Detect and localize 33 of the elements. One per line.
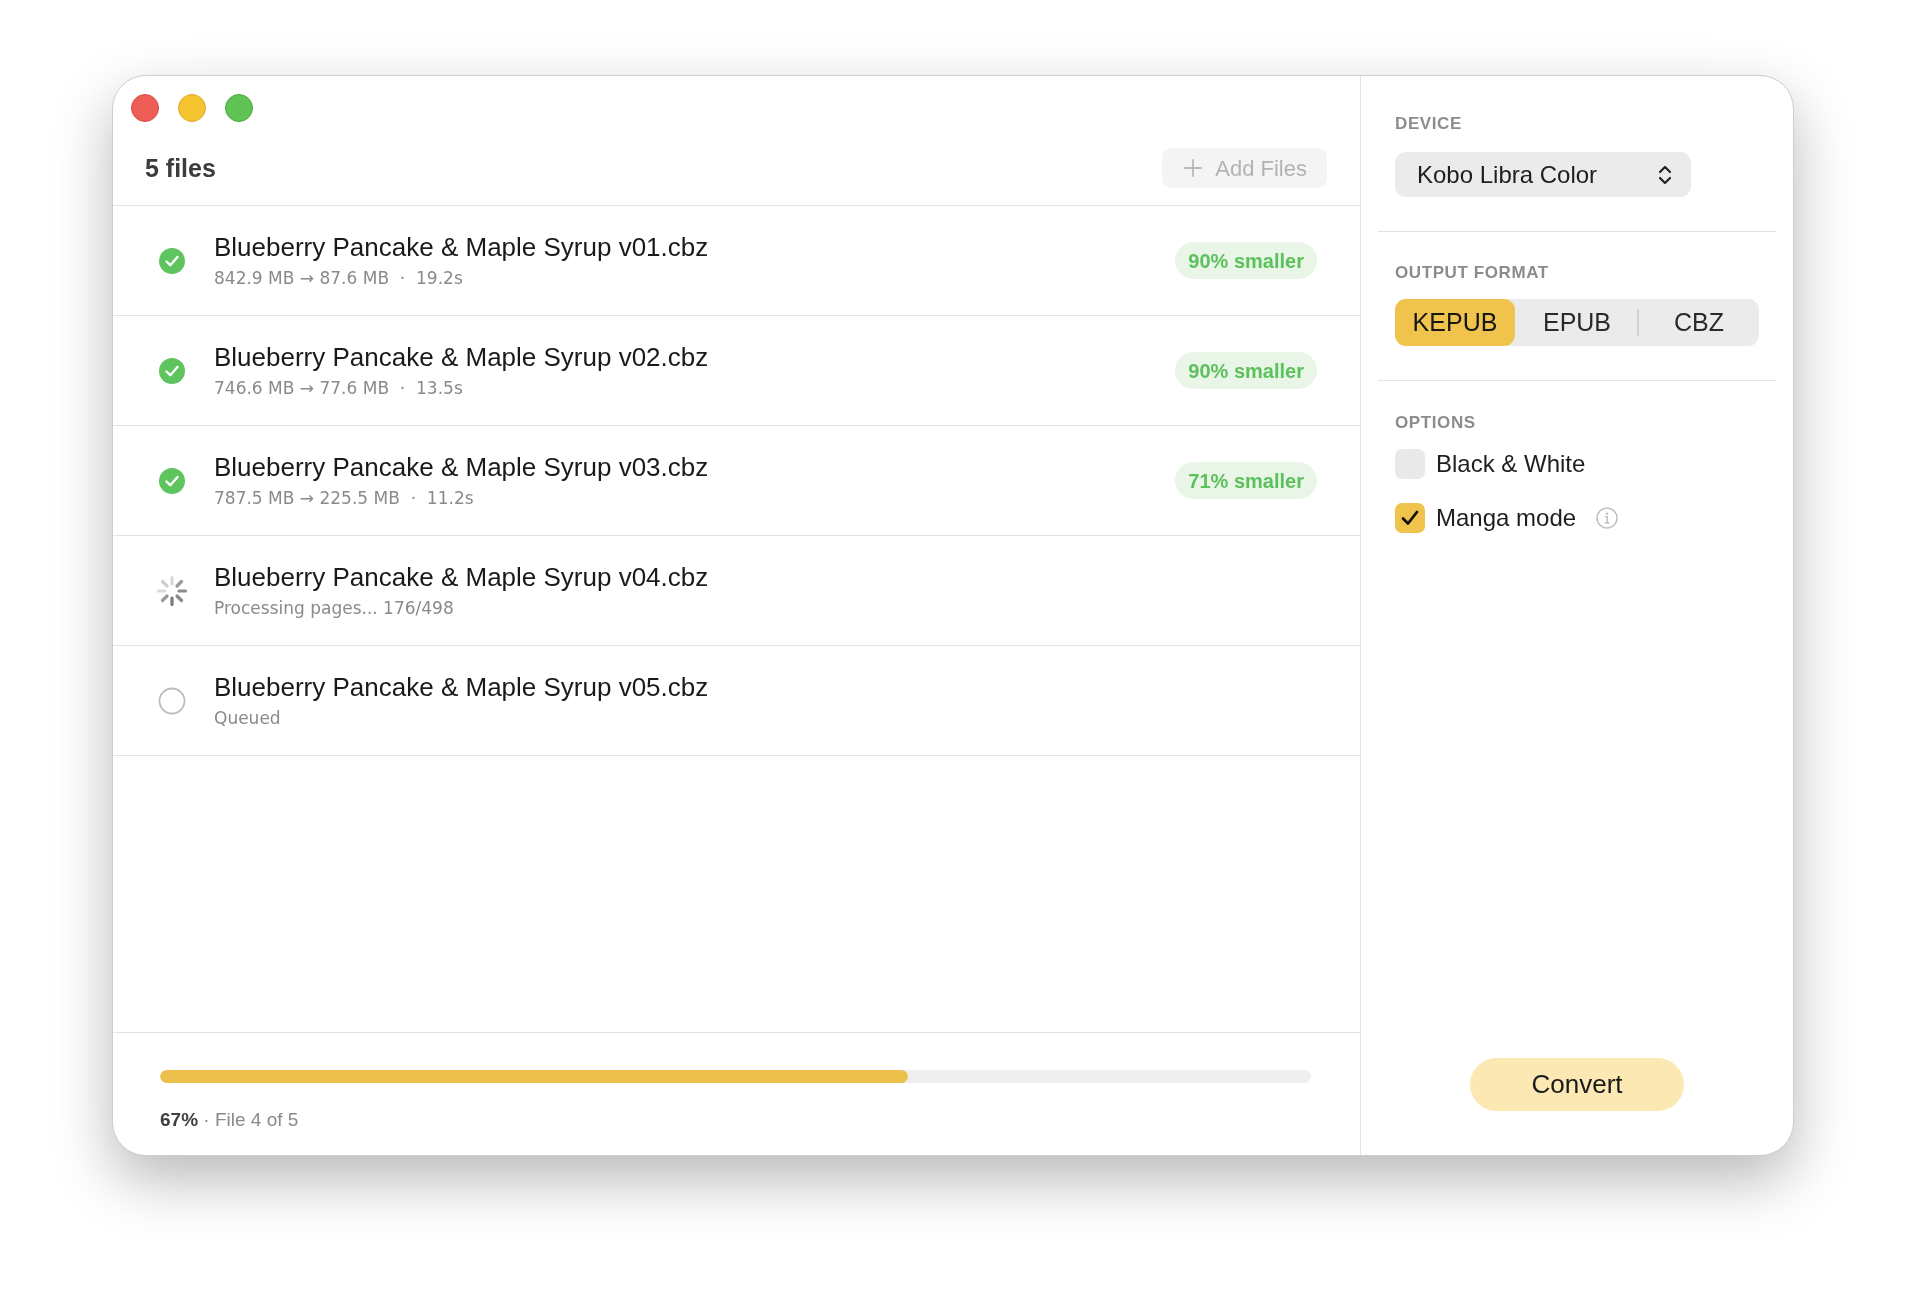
file-detail: Processing pages... 176/498 xyxy=(214,597,454,620)
size-reduction-badge: 71% smaller xyxy=(1175,462,1317,499)
file-detail: 787.5 MB → 225.5 MB · 11.2s xyxy=(214,487,474,510)
convert-button[interactable]: Convert xyxy=(1470,1058,1684,1111)
minimize-button[interactable] xyxy=(178,94,206,122)
file-name: Blueberry Pancake & Maple Syrup v02.cbz xyxy=(214,341,709,373)
device-dropdown[interactable]: Kobo Libra Color xyxy=(1395,152,1691,197)
file-detail: 746.6 MB → 77.6 MB · 13.5s xyxy=(214,377,463,400)
format-tab[interactable]: KEPUB xyxy=(1395,299,1515,346)
format-tab[interactable]: EPUB xyxy=(1517,299,1637,346)
section-label: DEVICE xyxy=(1395,113,1462,135)
plus-icon xyxy=(1184,159,1203,177)
up-down-chevron-icon xyxy=(1658,163,1672,186)
section-label: OPTIONS xyxy=(1395,412,1476,434)
option-label: Manga mode xyxy=(1436,503,1577,533)
file-count-title: 5 files xyxy=(145,153,216,183)
format-tab[interactable]: CBZ xyxy=(1639,299,1759,346)
file-name: Blueberry Pancake & Maple Syrup v05.cbz xyxy=(214,671,709,703)
file-detail: Queued xyxy=(214,707,281,730)
size-reduction-badge: 90% smaller xyxy=(1175,352,1317,389)
checkbox[interactable] xyxy=(1395,503,1425,533)
file-name: Blueberry Pancake & Maple Syrup v01.cbz xyxy=(214,231,709,263)
section-label: OUTPUT FORMAT xyxy=(1395,262,1549,284)
checkmark-icon xyxy=(1400,508,1420,528)
file-detail: 842.9 MB → 87.6 MB · 19.2s xyxy=(214,267,463,290)
option-label: Black & White xyxy=(1436,449,1586,479)
info-icon[interactable] xyxy=(1596,507,1619,529)
maximize-button[interactable] xyxy=(225,94,253,122)
file-name: Blueberry Pancake & Maple Syrup v03.cbz xyxy=(214,451,709,483)
file-name: Blueberry Pancake & Maple Syrup v04.cbz xyxy=(214,561,709,593)
size-reduction-badge: 90% smaller xyxy=(1175,242,1317,279)
close-button[interactable] xyxy=(131,94,159,122)
progress-status: 67% · File 4 of 5 xyxy=(160,1108,299,1132)
